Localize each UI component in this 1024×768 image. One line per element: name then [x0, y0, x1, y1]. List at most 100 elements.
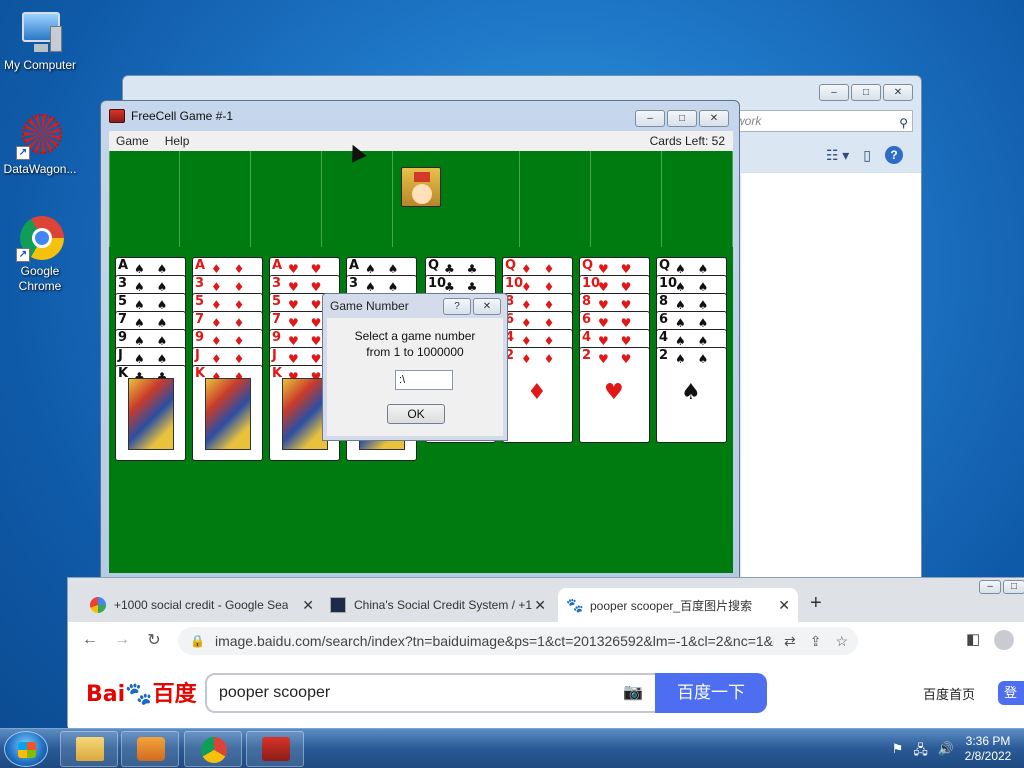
desktop-icon-label: My Computer: [3, 58, 77, 72]
card-rank: A: [272, 258, 283, 273]
playing-card[interactable]: K ♦ ♦: [192, 365, 263, 461]
menu-game[interactable]: Game: [116, 134, 149, 148]
chrome-window[interactable]: +1000 social credit - Google Sea ✕ China…: [67, 577, 1024, 728]
home-cell[interactable]: [662, 151, 733, 247]
minimize-button[interactable]: –: [635, 110, 665, 127]
home-cell[interactable]: [591, 151, 662, 247]
taskbar-chrome[interactable]: [184, 731, 242, 767]
network-icon[interactable]: 🖧: [913, 741, 928, 763]
tab-strip: +1000 social credit - Google Sea ✕ China…: [68, 578, 1024, 622]
playing-card[interactable]: 2 ♦ ♦ ♦: [502, 347, 573, 443]
taskbar-media-player[interactable]: [121, 731, 179, 767]
start-button[interactable]: [4, 731, 48, 767]
share-icon[interactable]: ⇪: [810, 633, 822, 650]
free-cell[interactable]: [322, 151, 393, 247]
explorer-search-input[interactable]: work ⚲: [731, 110, 913, 132]
reload-button[interactable]: ↻: [138, 630, 170, 650]
desktop-icon-my-computer[interactable]: My Computer: [0, 8, 80, 73]
back-button[interactable]: ←: [74, 631, 106, 649]
playing-card[interactable]: 2 ♠ ♠ ♠: [656, 347, 727, 443]
tab-social-credit[interactable]: China's Social Credit System / +1 ✕: [322, 588, 554, 622]
card-rank: 2: [659, 348, 669, 363]
card-rank: 3: [118, 276, 128, 291]
home-cell[interactable]: [520, 151, 591, 247]
clock[interactable]: 3:36 PM 2/8/2022: [958, 734, 1018, 764]
tab-baidu-images[interactable]: 🐾 pooper scooper_百度图片搜索 ✕: [558, 588, 798, 622]
card-suit-pips: ♠ ♠: [675, 316, 713, 330]
view-options-icon[interactable]: ☷ ▾: [826, 147, 849, 164]
chrome-icon: ↗: [16, 214, 64, 262]
url-text[interactable]: image.baidu.com/search/index?tn=baiduima…: [215, 633, 774, 649]
tab-close-icon[interactable]: ✕: [534, 597, 546, 614]
desktop-icon-datawagon[interactable]: ↗ DataWagon...: [0, 112, 80, 177]
datawagon-icon: ↗: [16, 112, 64, 160]
card-suit-large: ♦: [527, 380, 547, 405]
help-button[interactable]: ?: [443, 298, 471, 315]
clock-date: 2/8/2022: [964, 749, 1012, 763]
playing-card[interactable]: K ♣ ♣: [115, 365, 186, 461]
address-bar-row: ← → ↻ 🔒 image.baidu.com/search/index?tn=…: [68, 622, 1024, 658]
baidu-logo[interactable]: Bai🐾百度: [86, 676, 197, 708]
card-suit-pips: ♦ ♦: [211, 334, 249, 348]
menu-help[interactable]: Help: [165, 134, 190, 148]
minimize-button[interactable]: –: [979, 580, 1001, 594]
google-icon: [90, 597, 106, 613]
card-suit-pips: ♦ ♦: [211, 262, 249, 276]
playing-card[interactable]: 2 ♥ ♥ ♥: [579, 347, 650, 443]
free-cell[interactable]: [251, 151, 322, 247]
baidu-home-link[interactable]: 百度首页: [923, 684, 975, 703]
new-tab-button[interactable]: +: [810, 592, 822, 615]
system-tray: ⚑ 🖧 🔊: [892, 741, 954, 763]
bookmark-star-icon[interactable]: ☆: [835, 633, 848, 650]
forward-button[interactable]: →: [106, 631, 138, 649]
face-card-art: [128, 378, 174, 450]
taskbar-explorer[interactable]: [60, 731, 118, 767]
maximize-button[interactable]: □: [1003, 580, 1024, 594]
preview-pane-icon[interactable]: ▯: [863, 147, 871, 164]
card-rank: Q: [428, 258, 440, 273]
tab-close-icon[interactable]: ✕: [778, 597, 790, 614]
game-number-input[interactable]: :\: [395, 370, 453, 390]
search-icon[interactable]: ⚲: [899, 113, 908, 133]
action-center-flag-icon[interactable]: ⚑: [892, 741, 904, 763]
close-button[interactable]: ✕: [883, 84, 913, 101]
media-player-icon: [137, 737, 165, 761]
home-cell[interactable]: [449, 151, 520, 247]
side-panel-icon[interactable]: ◧: [966, 630, 980, 650]
help-icon[interactable]: ?: [885, 146, 903, 164]
taskbar-freecell[interactable]: [246, 731, 304, 767]
browser-actions: ◧: [966, 630, 1015, 650]
cards-left-counter: Cards Left: 52: [649, 134, 725, 148]
dialog-message-line1: Select a game number: [354, 329, 476, 343]
translate-icon[interactable]: ⇄: [784, 633, 796, 650]
close-button[interactable]: ✕: [473, 298, 501, 315]
desktop-icon-google-chrome[interactable]: ↗ Google Chrome: [0, 214, 80, 294]
explorer-toolbar: ☷ ▾ ▯ ?: [741, 140, 911, 170]
login-button[interactable]: 登: [998, 681, 1024, 705]
minimize-button[interactable]: –: [819, 84, 849, 101]
free-cell[interactable]: [180, 151, 251, 247]
free-cell[interactable]: [109, 151, 180, 247]
maximize-button[interactable]: □: [851, 84, 881, 101]
close-button[interactable]: ✕: [699, 110, 729, 127]
card-suit-pips: ♥ ♥: [288, 334, 326, 348]
ok-button[interactable]: OK: [387, 404, 445, 424]
maximize-button[interactable]: □: [667, 110, 697, 127]
tab-google-search[interactable]: +1000 social credit - Google Sea ✕: [82, 588, 322, 622]
window-controls: – □ ✕: [635, 110, 729, 127]
camera-icon[interactable]: 📷: [623, 675, 643, 711]
card-rank: 3: [272, 276, 282, 291]
omnibox[interactable]: 🔒 image.baidu.com/search/index?tn=baidui…: [178, 627, 858, 655]
dialog-message: Select a game number from 1 to 1000000: [327, 328, 503, 360]
card-rank: 7: [195, 312, 205, 327]
volume-icon[interactable]: 🔊: [938, 741, 954, 763]
tab-title: +1000 social credit - Google Sea: [114, 598, 289, 612]
game-number-dialog[interactable]: Game Number ? ✕ Select a game number fro…: [322, 293, 508, 441]
baidu-search-button[interactable]: 百度一下: [655, 673, 767, 713]
desktop-icon-label: Google Chrome: [18, 264, 62, 293]
baidu-search-input[interactable]: pooper scooper 📷: [205, 673, 657, 713]
profile-avatar-icon[interactable]: [994, 630, 1015, 650]
tab-close-icon[interactable]: ✕: [302, 597, 314, 614]
lock-icon[interactable]: 🔒: [190, 634, 205, 648]
baidu-paw-icon: 🐾: [566, 597, 584, 613]
